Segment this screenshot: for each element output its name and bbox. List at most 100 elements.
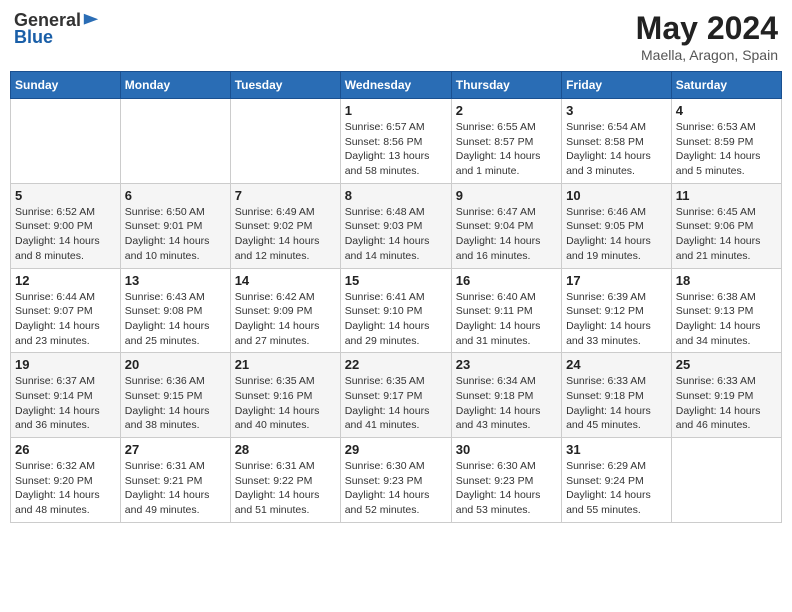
- calendar-cell: 30 Sunrise: 6:30 AM Sunset: 9:23 PM Dayli…: [451, 438, 561, 523]
- day-info: Sunrise: 6:34 AM Sunset: 9:18 PM Dayligh…: [456, 374, 557, 433]
- calendar-cell: 11 Sunrise: 6:45 AM Sunset: 9:06 PM Dayli…: [671, 183, 781, 268]
- calendar-cell: [120, 99, 230, 184]
- day-info: Sunrise: 6:31 AM Sunset: 9:22 PM Dayligh…: [235, 459, 336, 518]
- day-info: Sunrise: 6:35 AM Sunset: 9:16 PM Dayligh…: [235, 374, 336, 433]
- day-info: Sunrise: 6:42 AM Sunset: 9:09 PM Dayligh…: [235, 290, 336, 349]
- day-info: Sunrise: 6:57 AM Sunset: 8:56 PM Dayligh…: [345, 120, 447, 179]
- weekday-header-friday: Friday: [562, 72, 672, 99]
- calendar-cell: 15 Sunrise: 6:41 AM Sunset: 9:10 PM Dayli…: [340, 268, 451, 353]
- day-number: 26: [15, 442, 116, 457]
- calendar-week-row: 26 Sunrise: 6:32 AM Sunset: 9:20 PM Dayli…: [11, 438, 782, 523]
- weekday-header-saturday: Saturday: [671, 72, 781, 99]
- day-number: 29: [345, 442, 447, 457]
- calendar-cell: 28 Sunrise: 6:31 AM Sunset: 9:22 PM Dayli…: [230, 438, 340, 523]
- day-number: 11: [676, 188, 777, 203]
- day-number: 14: [235, 273, 336, 288]
- weekday-header-tuesday: Tuesday: [230, 72, 340, 99]
- day-info: Sunrise: 6:39 AM Sunset: 9:12 PM Dayligh…: [566, 290, 667, 349]
- day-info: Sunrise: 6:29 AM Sunset: 9:24 PM Dayligh…: [566, 459, 667, 518]
- day-number: 7: [235, 188, 336, 203]
- calendar-week-row: 12 Sunrise: 6:44 AM Sunset: 9:07 PM Dayli…: [11, 268, 782, 353]
- calendar-cell: 9 Sunrise: 6:47 AM Sunset: 9:04 PM Daylig…: [451, 183, 561, 268]
- day-info: Sunrise: 6:44 AM Sunset: 9:07 PM Dayligh…: [15, 290, 116, 349]
- day-number: 9: [456, 188, 557, 203]
- day-number: 5: [15, 188, 116, 203]
- day-info: Sunrise: 6:30 AM Sunset: 9:23 PM Dayligh…: [345, 459, 447, 518]
- day-number: 10: [566, 188, 667, 203]
- day-info: Sunrise: 6:48 AM Sunset: 9:03 PM Dayligh…: [345, 205, 447, 264]
- day-info: Sunrise: 6:47 AM Sunset: 9:04 PM Dayligh…: [456, 205, 557, 264]
- day-info: Sunrise: 6:41 AM Sunset: 9:10 PM Dayligh…: [345, 290, 447, 349]
- day-number: 28: [235, 442, 336, 457]
- day-number: 30: [456, 442, 557, 457]
- calendar-cell: 20Sunrise: 6:36 AM Sunset: 9:15 PM Dayli…: [120, 353, 230, 438]
- day-number: 2: [456, 103, 557, 118]
- calendar-cell: 21 Sunrise: 6:35 AM Sunset: 9:16 PM Dayli…: [230, 353, 340, 438]
- calendar-cell: 24 Sunrise: 6:33 AM Sunset: 9:18 PM Dayli…: [562, 353, 672, 438]
- day-number: 17: [566, 273, 667, 288]
- calendar-cell: 29 Sunrise: 6:30 AM Sunset: 9:23 PM Dayli…: [340, 438, 451, 523]
- day-info: Sunrise: 6:36 AM Sunset: 9:15 PM Dayligh…: [125, 374, 226, 433]
- weekday-header-sunday: Sunday: [11, 72, 121, 99]
- logo-flag-icon: [82, 12, 100, 30]
- calendar-week-row: 1 Sunrise: 6:57 AM Sunset: 8:56 PM Daylig…: [11, 99, 782, 184]
- day-info: Sunrise: 6:33 AM Sunset: 9:19 PM Dayligh…: [676, 374, 777, 433]
- day-info: Sunrise: 6:38 AM Sunset: 9:13 PM Dayligh…: [676, 290, 777, 349]
- day-info: Sunrise: 6:54 AM Sunset: 8:58 PM Dayligh…: [566, 120, 667, 179]
- calendar-cell: 19 Sunrise: 6:37 AM Sunset: 9:14 PM Dayli…: [11, 353, 121, 438]
- calendar-cell: 16 Sunrise: 6:40 AM Sunset: 9:11 PM Dayli…: [451, 268, 561, 353]
- logo: General Blue: [14, 10, 100, 48]
- weekday-header-monday: Monday: [120, 72, 230, 99]
- day-number: 19: [15, 357, 116, 372]
- day-info: Sunrise: 6:49 AM Sunset: 9:02 PM Dayligh…: [235, 205, 336, 264]
- calendar-week-row: 19 Sunrise: 6:37 AM Sunset: 9:14 PM Dayli…: [11, 353, 782, 438]
- calendar-cell: 22Sunrise: 6:35 AM Sunset: 9:17 PM Dayli…: [340, 353, 451, 438]
- day-number: 13: [125, 273, 226, 288]
- calendar-cell: 1 Sunrise: 6:57 AM Sunset: 8:56 PM Daylig…: [340, 99, 451, 184]
- day-number: 24: [566, 357, 667, 372]
- day-info: Sunrise: 6:32 AM Sunset: 9:20 PM Dayligh…: [15, 459, 116, 518]
- day-number: 27: [125, 442, 226, 457]
- day-info: Sunrise: 6:55 AM Sunset: 8:57 PM Dayligh…: [456, 120, 557, 179]
- weekday-header-wednesday: Wednesday: [340, 72, 451, 99]
- calendar-cell: 5 Sunrise: 6:52 AM Sunset: 9:00 PM Daylig…: [11, 183, 121, 268]
- day-number: 21: [235, 357, 336, 372]
- calendar-cell: 13 Sunrise: 6:43 AM Sunset: 9:08 PM Dayli…: [120, 268, 230, 353]
- calendar-cell: 31Sunrise: 6:29 AM Sunset: 9:24 PM Dayli…: [562, 438, 672, 523]
- location: Maella, Aragon, Spain: [636, 47, 778, 63]
- calendar-cell: 27 Sunrise: 6:31 AM Sunset: 9:21 PM Dayli…: [120, 438, 230, 523]
- day-number: 18: [676, 273, 777, 288]
- day-info: Sunrise: 6:37 AM Sunset: 9:14 PM Dayligh…: [15, 374, 116, 433]
- calendar-cell: [11, 99, 121, 184]
- calendar-cell: 2 Sunrise: 6:55 AM Sunset: 8:57 PM Daylig…: [451, 99, 561, 184]
- calendar-cell: [671, 438, 781, 523]
- calendar-cell: 25Sunrise: 6:33 AM Sunset: 9:19 PM Dayli…: [671, 353, 781, 438]
- calendar-cell: 12 Sunrise: 6:44 AM Sunset: 9:07 PM Dayli…: [11, 268, 121, 353]
- day-info: Sunrise: 6:52 AM Sunset: 9:00 PM Dayligh…: [15, 205, 116, 264]
- day-number: 1: [345, 103, 447, 118]
- month-title: May 2024: [636, 10, 778, 47]
- weekday-header-row: SundayMondayTuesdayWednesdayThursdayFrid…: [11, 72, 782, 99]
- calendar-cell: 10 Sunrise: 6:46 AM Sunset: 9:05 PM Dayli…: [562, 183, 672, 268]
- day-info: Sunrise: 6:33 AM Sunset: 9:18 PM Dayligh…: [566, 374, 667, 433]
- day-info: Sunrise: 6:43 AM Sunset: 9:08 PM Dayligh…: [125, 290, 226, 349]
- day-number: 12: [15, 273, 116, 288]
- calendar-cell: 23Sunrise: 6:34 AM Sunset: 9:18 PM Dayli…: [451, 353, 561, 438]
- day-info: Sunrise: 6:45 AM Sunset: 9:06 PM Dayligh…: [676, 205, 777, 264]
- day-info: Sunrise: 6:50 AM Sunset: 9:01 PM Dayligh…: [125, 205, 226, 264]
- calendar-cell: [230, 99, 340, 184]
- calendar-cell: 6Sunrise: 6:50 AM Sunset: 9:01 PM Daylig…: [120, 183, 230, 268]
- calendar-cell: 14 Sunrise: 6:42 AM Sunset: 9:09 PM Dayli…: [230, 268, 340, 353]
- day-info: Sunrise: 6:40 AM Sunset: 9:11 PM Dayligh…: [456, 290, 557, 349]
- day-info: Sunrise: 6:53 AM Sunset: 8:59 PM Dayligh…: [676, 120, 777, 179]
- logo-blue: Blue: [14, 27, 53, 48]
- calendar-cell: 8Sunrise: 6:48 AM Sunset: 9:03 PM Daylig…: [340, 183, 451, 268]
- calendar-cell: 3Sunrise: 6:54 AM Sunset: 8:58 PM Daylig…: [562, 99, 672, 184]
- day-number: 15: [345, 273, 447, 288]
- weekday-header-thursday: Thursday: [451, 72, 561, 99]
- day-info: Sunrise: 6:31 AM Sunset: 9:21 PM Dayligh…: [125, 459, 226, 518]
- day-info: Sunrise: 6:46 AM Sunset: 9:05 PM Dayligh…: [566, 205, 667, 264]
- calendar-cell: 26 Sunrise: 6:32 AM Sunset: 9:20 PM Dayli…: [11, 438, 121, 523]
- day-number: 16: [456, 273, 557, 288]
- day-info: Sunrise: 6:30 AM Sunset: 9:23 PM Dayligh…: [456, 459, 557, 518]
